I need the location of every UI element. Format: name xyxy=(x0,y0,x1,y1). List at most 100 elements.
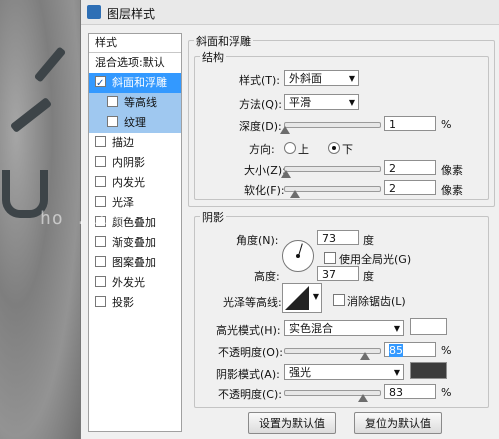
app-icon xyxy=(87,5,101,19)
shadow-opacity-input[interactable]: 83 xyxy=(384,384,436,399)
antialias-checkbox[interactable] xyxy=(333,294,345,306)
shadow-mode-label: 阴影模式(A): xyxy=(216,368,280,381)
sidebar-item[interactable]: 等高线 xyxy=(89,93,181,113)
size-input[interactable]: 2 xyxy=(384,160,436,175)
size-slider[interactable] xyxy=(284,166,381,172)
sidebar-item-label: 等高线 xyxy=(124,96,157,109)
sidebar-item-label: 斜面和浮雕 xyxy=(112,76,167,89)
sidebar-item[interactable]: 内阴影 xyxy=(89,153,181,173)
highlight-mode-value: 实色混合 xyxy=(289,322,333,335)
sidebar-item[interactable]: 纹理 xyxy=(89,113,181,133)
depth-unit: % xyxy=(441,118,452,131)
method-select-value: 平滑 xyxy=(289,96,311,109)
set-default-button[interactable]: 设置为默认值 xyxy=(248,412,336,434)
soften-label: 软化(F): xyxy=(244,184,285,197)
soften-slider-thumb[interactable] xyxy=(290,190,301,198)
size-slider-thumb[interactable] xyxy=(280,170,291,178)
chevron-down-icon: ▼ xyxy=(348,74,355,83)
sidebar-item-checkbox[interactable] xyxy=(95,74,106,94)
highlight-opacity-label: 不透明度(O): xyxy=(218,346,283,359)
sidebar-item-checkbox[interactable] xyxy=(107,116,118,127)
sidebar-item-checkbox[interactable] xyxy=(95,136,106,147)
sidebar-item-checkbox[interactable] xyxy=(95,196,106,207)
sidebar-item-label: 内阴影 xyxy=(112,156,145,169)
sidebar-item-checkbox[interactable] xyxy=(95,176,106,187)
reset-default-button[interactable]: 复位为默认值 xyxy=(354,412,442,434)
shadow-opacity-unit: % xyxy=(441,386,452,399)
sidebar-item-label: 混合选项:默认 xyxy=(95,56,165,69)
altitude-input[interactable]: 37 xyxy=(317,266,359,281)
highlight-opacity-thumb[interactable] xyxy=(359,352,370,360)
watermark-text: ho .com xyxy=(40,208,123,229)
highlight-mode-label: 高光模式(H): xyxy=(216,324,281,337)
sidebar-item-label: 渐变叠加 xyxy=(112,236,156,249)
layer-style-dialog: 图层样式 样式 混合选项:默认斜面和浮雕等高线纹理描边内阴影内发光光泽颜色叠加渐… xyxy=(80,0,499,439)
soften-input[interactable]: 2 xyxy=(384,180,436,195)
method-label: 方法(Q): xyxy=(239,98,282,111)
shading-title: 阴影 xyxy=(200,209,226,225)
sidebar-item[interactable]: 斜面和浮雕 xyxy=(89,73,181,94)
sidebar-item-label: 描边 xyxy=(112,136,134,149)
sidebar-item[interactable]: 外发光 xyxy=(89,273,181,293)
altitude-label: 高度: xyxy=(254,270,280,283)
shadow-mode-value: 强光 xyxy=(289,366,311,379)
sidebar-item[interactable]: 内发光 xyxy=(89,173,181,193)
direction-down-label[interactable]: 下 xyxy=(342,141,353,157)
soften-unit: 像素 xyxy=(441,184,463,197)
shadow-color-swatch[interactable] xyxy=(410,362,447,379)
sidebar-item[interactable]: 描边 xyxy=(89,133,181,153)
sidebar-item[interactable]: 混合选项:默认 xyxy=(89,53,181,73)
sidebar-item-checkbox[interactable] xyxy=(95,156,106,167)
sidebar-item-checkbox[interactable] xyxy=(95,236,106,247)
size-unit: 像素 xyxy=(441,164,463,177)
sidebar-item[interactable]: 渐变叠加 xyxy=(89,233,181,253)
angle-input[interactable]: 73 xyxy=(317,230,359,245)
highlight-opacity-input[interactable]: 85 xyxy=(384,342,436,357)
sidebar-item-checkbox[interactable] xyxy=(107,96,118,107)
depth-slider-thumb[interactable] xyxy=(279,126,290,134)
chevron-down-icon: ▼ xyxy=(393,324,400,333)
gloss-contour-picker[interactable]: ▼ xyxy=(282,283,322,313)
sidebar-item-checkbox[interactable] xyxy=(95,276,106,287)
title-bar[interactable]: 图层样式 xyxy=(81,0,499,25)
altitude-unit: 度 xyxy=(363,270,374,283)
style-label: 样式(T): xyxy=(239,74,281,87)
global-light-checkbox[interactable] xyxy=(324,252,336,264)
highlight-mode-select[interactable]: 实色混合 ▼ xyxy=(284,320,404,336)
shadow-mode-select[interactable]: 强光 ▼ xyxy=(284,364,404,380)
sidebar-item[interactable]: 投影 xyxy=(89,293,181,313)
bevel-emboss-title: 斜面和浮雕 xyxy=(194,33,253,49)
direction-down-radio[interactable] xyxy=(328,142,340,154)
contour-preview-icon xyxy=(285,286,309,310)
size-label: 大小(Z): xyxy=(244,164,286,177)
direction-up-label[interactable]: 上 xyxy=(298,141,309,157)
gloss-contour-label: 光泽等高线: xyxy=(223,296,282,309)
canvas-stroke xyxy=(33,46,67,83)
antialias-label[interactable]: 消除锯齿(L) xyxy=(347,293,406,309)
depth-label: 深度(D): xyxy=(239,120,282,133)
sidebar-item-label: 内发光 xyxy=(112,176,145,189)
method-select[interactable]: 平滑 ▼ xyxy=(284,94,359,110)
highlight-opacity-unit: % xyxy=(441,344,452,357)
sidebar-item-checkbox[interactable] xyxy=(95,256,106,267)
depth-slider[interactable] xyxy=(284,122,381,128)
angle-dial[interactable] xyxy=(282,240,314,272)
highlight-opacity-value: 85 xyxy=(389,344,403,357)
style-select[interactable]: 外斜面 ▼ xyxy=(284,70,359,86)
angle-unit: 度 xyxy=(363,234,374,247)
chevron-down-icon: ▼ xyxy=(312,292,319,301)
chevron-down-icon: ▼ xyxy=(348,98,355,107)
direction-up-radio[interactable] xyxy=(284,142,296,154)
direction-label: 方向: xyxy=(249,143,275,156)
styles-list: 样式 混合选项:默认斜面和浮雕等高线纹理描边内阴影内发光光泽颜色叠加渐变叠加图案… xyxy=(88,33,182,432)
sidebar-item[interactable]: 图案叠加 xyxy=(89,253,181,273)
depth-input[interactable]: 1 xyxy=(384,116,436,131)
canvas-stroke xyxy=(9,96,53,134)
shadow-opacity-thumb[interactable] xyxy=(357,394,368,402)
angle-label: 角度(N): xyxy=(236,234,279,247)
highlight-color-swatch[interactable] xyxy=(410,318,447,335)
global-light-label[interactable]: 使用全局光(G) xyxy=(339,251,411,267)
sidebar-item-label: 外发光 xyxy=(112,276,145,289)
sidebar-item-checkbox[interactable] xyxy=(95,296,106,307)
styles-header[interactable]: 样式 xyxy=(89,34,181,53)
